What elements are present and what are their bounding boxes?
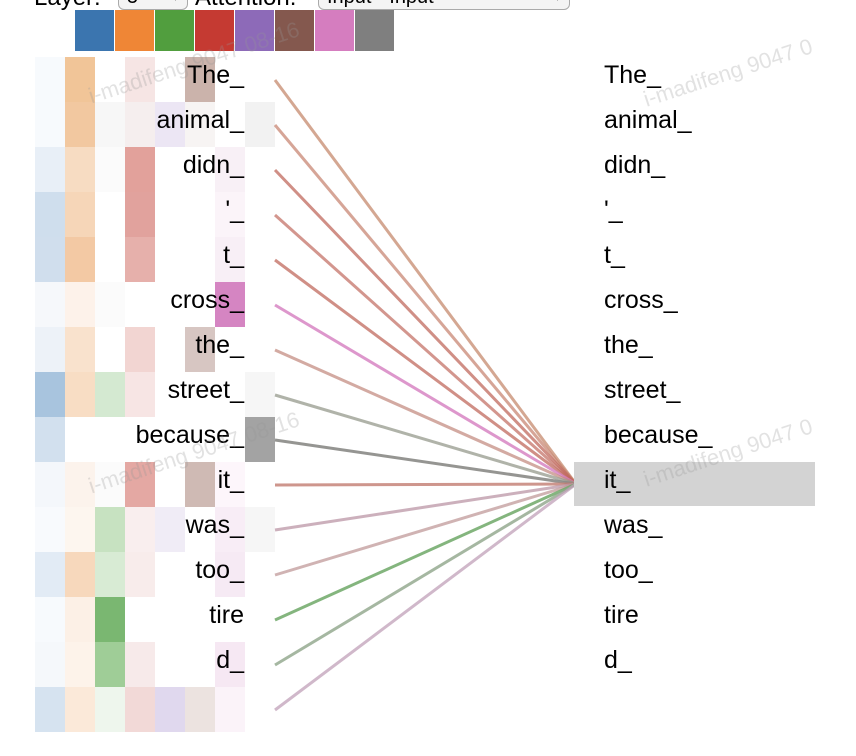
left-token[interactable]: it_ [60,458,244,503]
right-token[interactable]: animal_ [604,98,692,143]
right-token[interactable]: t_ [604,233,625,278]
attention-link [274,482,577,577]
left-token[interactable]: was_ [60,503,244,548]
right-token[interactable]: The_ [604,53,661,98]
attention-link [273,79,578,485]
attention-link [274,482,577,667]
attention-link [274,213,577,486]
right-token[interactable]: didn_ [604,143,665,188]
right-token[interactable]: cross_ [604,278,678,323]
left-token[interactable]: The_ [60,53,244,98]
left-token[interactable]: cross_ [60,278,244,323]
left-token[interactable]: animal_ [60,98,244,143]
left-token[interactable]: the_ [60,323,244,368]
attention-link [274,438,577,486]
right-token[interactable]: because_ [604,413,712,458]
attention-visualization: Layer: 5 ↕ Attention: Input - Input ↕ Th… [0,0,856,756]
right-token[interactable]: too_ [604,548,653,593]
left-token[interactable]: t_ [60,233,244,278]
attention-link [274,258,577,486]
left-token[interactable]: too_ [60,548,244,593]
attention-link [273,168,578,486]
attention-link [273,124,578,485]
right-token[interactable]: street_ [604,368,680,413]
right-token[interactable]: tire [604,593,639,638]
left-token[interactable]: d_ [60,638,244,683]
left-token[interactable]: '_ [60,188,244,233]
right-token[interactable]: the_ [604,323,653,368]
attention-link [274,482,577,712]
left-token[interactable]: didn_ [60,143,244,188]
left-token[interactable]: because_ [60,413,244,458]
attention-link [274,393,577,486]
attention-link [274,348,577,486]
attention-link [274,482,577,532]
left-token[interactable]: tire [60,593,244,638]
attention-link [274,482,577,487]
right-token[interactable]: it_ [604,458,630,503]
attention-link [274,303,577,486]
attention-link [274,482,577,622]
left-token[interactable]: street_ [60,368,244,413]
right-token[interactable]: '_ [604,188,623,233]
right-token[interactable]: was_ [604,503,662,548]
right-token[interactable]: d_ [604,638,632,683]
